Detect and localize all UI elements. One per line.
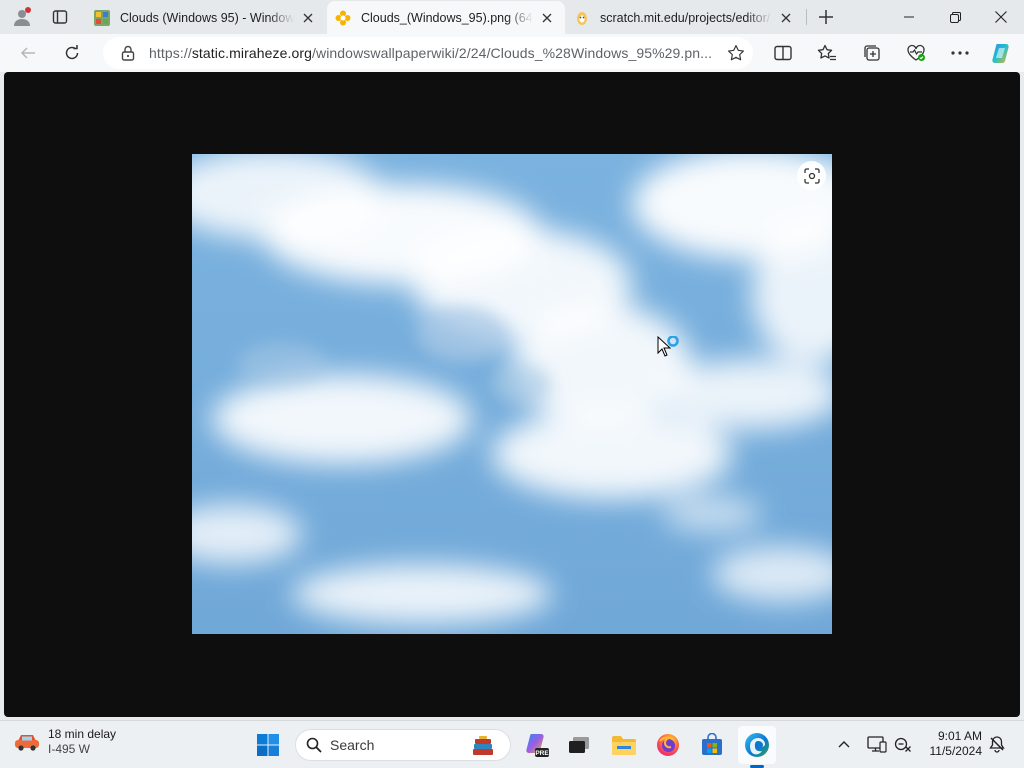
- profile-icon: [14, 7, 31, 26]
- copilot-pre-icon: PRE: [526, 734, 549, 757]
- restore-button[interactable]: [932, 0, 978, 34]
- close-icon: [303, 13, 313, 22]
- close-window-button[interactable]: [978, 0, 1024, 34]
- tab-strip: Clouds (Windows 95) - Windows W Clouds_(…: [0, 0, 1024, 34]
- search-icon: [306, 737, 322, 753]
- tray-network-button[interactable]: [892, 729, 914, 759]
- url-scheme: https://: [149, 45, 192, 61]
- traffic-subtitle: I-495 W: [48, 742, 91, 756]
- svg-text:PRE: PRE: [535, 750, 549, 757]
- tab-actions-button[interactable]: [43, 3, 77, 31]
- favorites-icon: [817, 44, 836, 61]
- network-disconnected-icon: [894, 737, 911, 752]
- vertical-tabs-icon: [52, 10, 68, 24]
- plus-icon: [819, 10, 833, 24]
- site-info-button[interactable]: [113, 45, 143, 61]
- url-host: static.miraheze.org: [191, 45, 312, 61]
- back-arrow-icon: [20, 47, 35, 59]
- clock-time: 9:01 AM: [937, 729, 982, 743]
- taskbar-task-view[interactable]: [560, 726, 598, 764]
- clouds-image: [192, 154, 832, 634]
- copilot-button[interactable]: [986, 38, 1018, 68]
- profile-button[interactable]: [5, 3, 39, 31]
- url-path: /windowswallpaperwiki/2/24/Clouds_%28Win…: [312, 45, 713, 61]
- tab-close-button[interactable]: [537, 8, 557, 28]
- minimize-button[interactable]: [886, 0, 932, 34]
- search-label: Search: [330, 737, 375, 753]
- back-button[interactable]: [13, 38, 43, 68]
- taskbar-file-explorer[interactable]: [605, 726, 643, 764]
- tab-title: Clouds_(Windows_95).png (640×480): [361, 10, 533, 25]
- windows-start-icon: [257, 734, 279, 756]
- busy-cursor-icon: [657, 336, 679, 357]
- minimize-icon: [904, 16, 914, 18]
- favorites-button[interactable]: [811, 38, 843, 68]
- refresh-icon: [65, 45, 79, 60]
- more-horizontal-icon: [951, 51, 969, 55]
- tray-display-button[interactable]: [864, 729, 890, 759]
- url-text: https://static.miraheze.org/windowswallp…: [149, 45, 719, 61]
- settings-more-button[interactable]: [944, 38, 976, 68]
- clock-date: 11/5/2024: [929, 744, 983, 758]
- file-explorer-icon: [612, 736, 636, 755]
- firefox-icon: [657, 734, 679, 756]
- scratch-cat-icon: [577, 11, 587, 25]
- taskbar-search[interactable]: Search: [295, 729, 511, 761]
- lock-icon: [121, 45, 135, 61]
- close-icon: [781, 13, 791, 22]
- close-icon: [995, 11, 1007, 23]
- notification-center-button[interactable]: [986, 729, 1008, 759]
- taskbar-firefox[interactable]: [649, 726, 687, 764]
- clouds-wallpaper-image[interactable]: [192, 154, 832, 634]
- star-outline-icon: [728, 45, 744, 61]
- collections-button[interactable]: [856, 38, 888, 68]
- taskbar-microsoft-store[interactable]: [693, 726, 731, 764]
- visual-search-icon: [803, 167, 820, 184]
- microsoft-store-icon: [702, 733, 722, 755]
- visual-search-button[interactable]: [797, 161, 826, 190]
- display-monitor-icon: [867, 736, 887, 753]
- wiki-favicon-icon: [94, 9, 110, 26]
- search-highlight-books-icon: [473, 736, 493, 755]
- tab-title: Clouds (Windows 95) - Windows W: [120, 10, 294, 25]
- task-view-icon: [569, 737, 589, 753]
- car-icon: [15, 735, 39, 751]
- new-tab-button[interactable]: [809, 3, 843, 31]
- notification-bell-icon: [989, 736, 1005, 753]
- restore-icon: [949, 11, 961, 23]
- address-bar[interactable]: https://static.miraheze.org/windowswallp…: [103, 37, 753, 69]
- collections-icon: [864, 45, 880, 61]
- tab-scratch-editor[interactable]: scratch.mit.edu/projects/editor/: [566, 1, 804, 34]
- tab-clouds-png[interactable]: Clouds_(Windows_95).png (640×480): [327, 1, 565, 34]
- close-icon: [542, 13, 552, 22]
- browser-essentials-button[interactable]: [900, 38, 932, 68]
- refresh-button[interactable]: [57, 38, 87, 68]
- miraheze-flower-icon: [335, 10, 351, 25]
- taskbar-edge[interactable]: [738, 726, 776, 764]
- split-screen-button[interactable]: [767, 38, 799, 68]
- tab-close-button[interactable]: [298, 8, 318, 28]
- show-hidden-icons-button[interactable]: [834, 729, 854, 759]
- edge-icon: [745, 733, 769, 757]
- add-favorite-button[interactable]: [719, 44, 753, 62]
- taskbar-clock[interactable]: 9:01 AM 11/5/2024: [930, 729, 983, 759]
- tab-title: scratch.mit.edu/projects/editor/: [600, 10, 771, 25]
- taskbar: 18 min delay I-495 W Search PRE 9:01 AM …: [0, 720, 1024, 768]
- taskbar-copilot[interactable]: PRE: [518, 726, 556, 764]
- tab-close-button[interactable]: [776, 8, 796, 28]
- copilot-icon: [992, 44, 1009, 63]
- chevron-up-icon: [838, 741, 850, 748]
- tab-clouds-wiki[interactable]: Clouds (Windows 95) - Windows W: [86, 1, 326, 34]
- traffic-widget[interactable]: 18 min delay I-495 W: [14, 727, 116, 757]
- tab-divider: [806, 9, 807, 25]
- split-screen-icon: [774, 45, 792, 61]
- traffic-title: 18 min delay: [48, 727, 117, 741]
- heart-pulse-icon: [907, 44, 925, 61]
- start-button[interactable]: [249, 726, 287, 764]
- browser-toolbar: https://static.miraheze.org/windowswallp…: [0, 34, 1024, 72]
